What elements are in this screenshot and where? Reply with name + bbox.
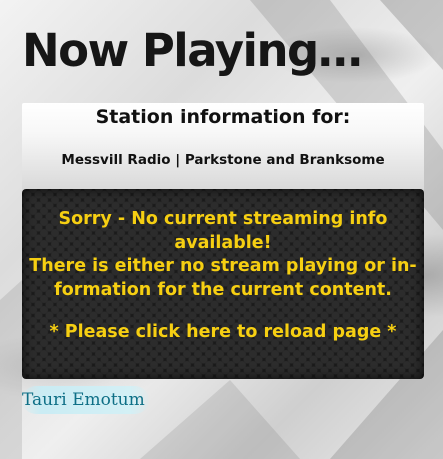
no-stream-message: Sorry - No current streaming info availa…	[58, 209, 388, 253]
station-info-panel: Station information for: Messvill Radio …	[22, 103, 424, 191]
reload-page-link[interactable]: * Please click here to reload page *	[22, 321, 424, 345]
station-heading: Station information for:	[95, 106, 351, 128]
stream-info-panel: Sorry - No current streaming info availa…	[22, 189, 424, 379]
station-name: Messvill Radio | Parkstone and Branksome	[61, 152, 385, 168]
no-stream-explanation: There is either no stream playing or in­…	[29, 256, 417, 300]
brand-logo: Tauri Emotum	[22, 386, 149, 414]
page-title: Now Playing…	[22, 24, 363, 77]
